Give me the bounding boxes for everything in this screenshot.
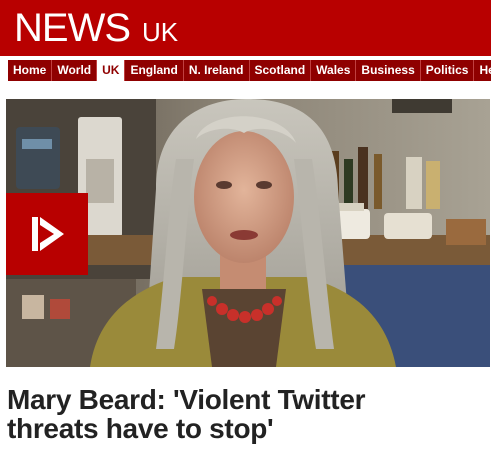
nav-item-england[interactable]: England xyxy=(125,60,184,81)
nav-item-uk[interactable]: UK xyxy=(97,60,126,81)
play-button[interactable] xyxy=(6,193,88,275)
nav-item-politics[interactable]: Politics xyxy=(421,60,475,81)
headline-line-2: threats have to stop' xyxy=(7,413,274,444)
nav-item-home[interactable]: Home xyxy=(8,60,53,81)
nav-item-business[interactable]: Business xyxy=(356,60,421,81)
nav-item-n-ireland[interactable]: N. Ireland xyxy=(184,60,250,81)
brand-title: NEWS xyxy=(14,6,131,50)
news-logo[interactable]: NEWS UK xyxy=(14,6,178,51)
headline-line-1: Mary Beard: 'Violent Twitter xyxy=(7,384,366,415)
play-icon xyxy=(32,217,64,251)
nav-item-scotland[interactable]: Scotland xyxy=(250,60,312,81)
nav-item-wales[interactable]: Wales xyxy=(311,60,357,81)
brand-section: UK xyxy=(142,17,179,47)
masthead: NEWS UK xyxy=(0,0,491,56)
story-headline[interactable]: Mary Beard: 'Violent Twitter threats hav… xyxy=(7,385,477,443)
section-nav: Home World UK England N. Ireland Scotlan… xyxy=(8,60,491,81)
nav-item-world[interactable]: World xyxy=(52,60,98,81)
nav-item-health[interactable]: He xyxy=(474,60,491,81)
